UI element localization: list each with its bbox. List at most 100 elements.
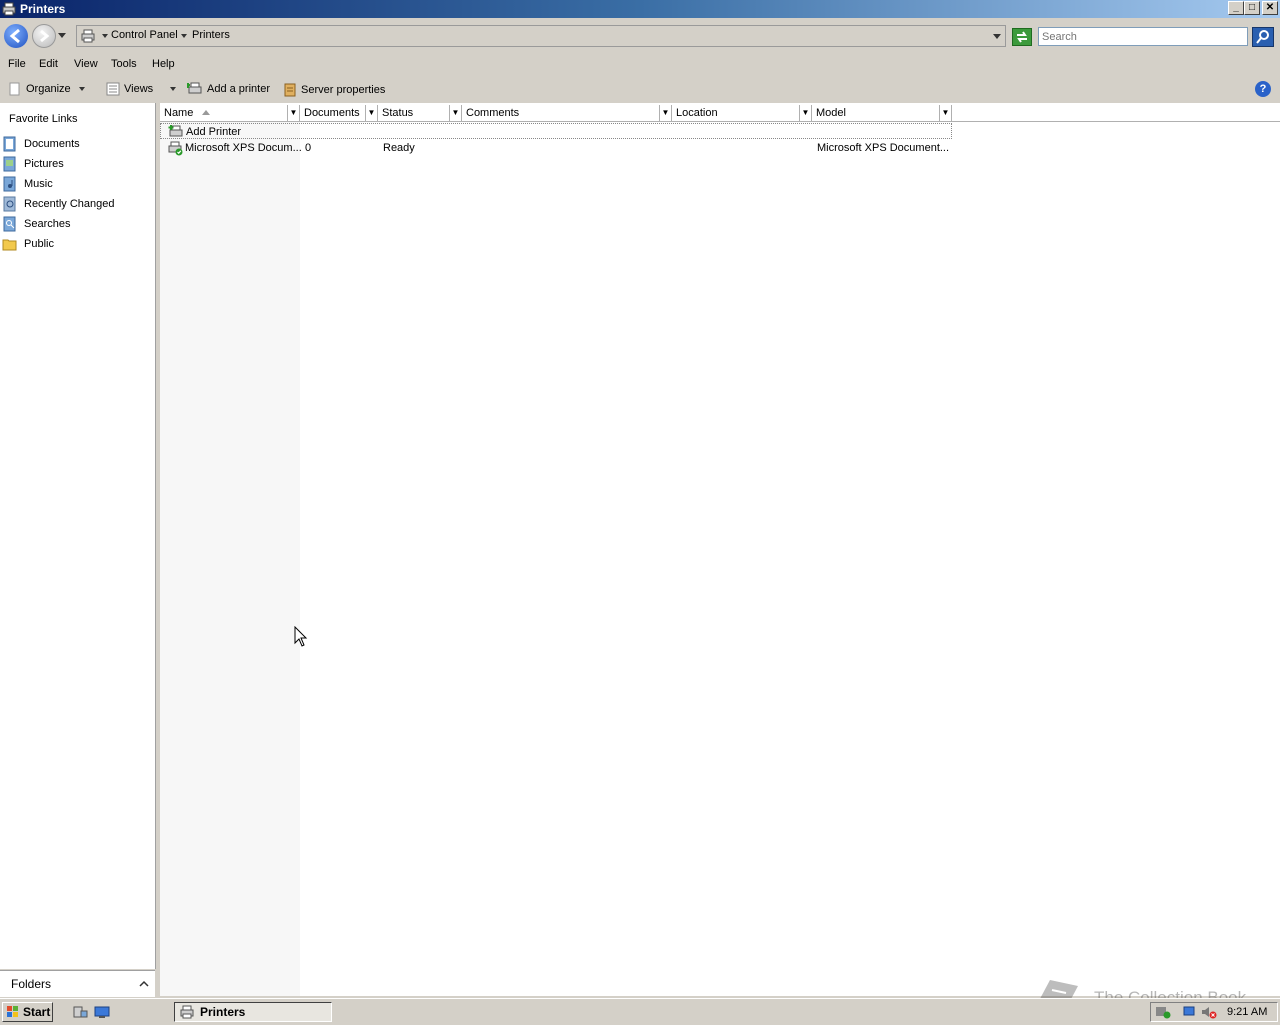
add-printer-icon (187, 82, 202, 94)
printer-icon (2, 2, 16, 16)
nav-music[interactable]: Music (2, 175, 53, 193)
breadcrumb-control-panel[interactable]: Control Panel (111, 29, 178, 41)
column-label: Status (382, 107, 414, 119)
folders-toggle[interactable]: Folders (0, 970, 155, 997)
menu-edit[interactable]: Edit (39, 58, 58, 70)
column-label: Location (676, 107, 718, 119)
list-item[interactable]: Microsoft XPS Docum... 0 Ready Microsoft… (160, 140, 952, 156)
add-printer-label: Add a printer (207, 83, 270, 95)
menu-file[interactable]: File (8, 58, 26, 70)
printers-folder-icon (81, 29, 95, 43)
menu-view[interactable]: View (74, 58, 98, 70)
column-headers: Name ▼ Documents ▼ Status ▼ Comments ▼ L… (160, 105, 1280, 122)
back-button[interactable] (4, 24, 28, 48)
volume-muted-icon[interactable] (1201, 1005, 1217, 1019)
column-header-status[interactable]: Status ▼ (378, 105, 462, 121)
public-folder-icon (2, 239, 17, 251)
nav-label: Searches (24, 218, 71, 230)
recently-changed-icon (3, 196, 16, 212)
file-list-pane (160, 103, 1280, 996)
menu-tools[interactable]: Tools (111, 58, 137, 70)
forward-arrow-icon (40, 29, 50, 43)
nav-recently-changed[interactable]: Recently Changed (2, 195, 115, 213)
navigation-pane: Favorite Links Documents Pictures Music … (0, 103, 156, 969)
favorite-links-header: Favorite Links (9, 113, 78, 125)
breadcrumb-printers[interactable]: Printers (192, 29, 230, 41)
column-header-location[interactable]: Location ▼ (672, 105, 812, 121)
column-header-model[interactable]: Model ▼ (812, 105, 952, 121)
refresh-icon (1017, 31, 1027, 43)
column-filter-dropdown[interactable]: ▼ (365, 105, 377, 121)
nav-label: Public (24, 238, 54, 250)
taskbar: Start Printers 9:21 AM (0, 998, 1280, 1025)
server-properties-button[interactable]: Server properties (283, 82, 385, 98)
refresh-button[interactable] (1012, 28, 1032, 46)
column-filter-dropdown[interactable]: ▼ (449, 105, 461, 121)
system-tray: 9:21 AM (1150, 1002, 1278, 1022)
window-title: Printers (20, 2, 66, 16)
folders-label: Folders (11, 977, 52, 991)
column-filter-dropdown[interactable]: ▼ (939, 105, 951, 121)
printers-folder-icon (180, 1005, 194, 1019)
address-bar[interactable]: Control Panel Printers (76, 25, 1006, 47)
chevron-down-icon (78, 87, 85, 91)
item-model: Microsoft XPS Document... (817, 142, 950, 154)
list-item[interactable]: Add Printer (160, 123, 952, 139)
start-button[interactable]: Start (2, 1002, 53, 1022)
search-icon (1256, 30, 1269, 44)
item-name: Add Printer (186, 126, 242, 138)
nav-public[interactable]: Public (2, 235, 54, 253)
server-properties-icon (284, 83, 296, 97)
nav-label: Music (24, 178, 53, 190)
nav-label: Pictures (24, 158, 64, 170)
recent-pages-dropdown-icon[interactable] (58, 33, 66, 39)
chevron-down-icon[interactable] (181, 34, 187, 39)
show-desktop-icon[interactable] (94, 1005, 110, 1019)
minimize-button[interactable]: _ (1228, 1, 1244, 15)
clock[interactable]: 9:21 AM (1227, 1006, 1267, 1018)
column-header-documents[interactable]: Documents ▼ (300, 105, 378, 121)
search-input[interactable] (1038, 27, 1248, 46)
taskbar-button-printers[interactable]: Printers (174, 1002, 332, 1022)
column-label: Model (816, 107, 846, 119)
nav-documents[interactable]: Documents (2, 135, 80, 153)
sort-ascending-icon (202, 110, 210, 115)
title-bar: Printers _ □ ✕ (0, 0, 1280, 18)
menu-help[interactable]: Help (152, 58, 175, 70)
forward-button[interactable] (32, 24, 56, 48)
column-label: Name (164, 107, 194, 119)
organize-icon (9, 82, 20, 96)
security-shield-icon[interactable] (1155, 1005, 1171, 1019)
chevron-up-icon (139, 980, 149, 987)
sorted-column-highlight (160, 121, 300, 996)
item-status: Ready (383, 142, 415, 154)
music-icon (3, 176, 16, 192)
server-properties-label: Server properties (301, 84, 386, 96)
menu-bar: File Edit View Tools Help (0, 56, 1280, 76)
column-header-name[interactable]: Name ▼ (160, 105, 300, 121)
column-filter-dropdown[interactable]: ▼ (659, 105, 671, 121)
column-header-comments[interactable]: Comments ▼ (462, 105, 672, 121)
organize-button[interactable]: Organize (8, 82, 89, 96)
add-printer-button[interactable]: Add a printer (187, 82, 270, 96)
network-icon[interactable] (1183, 1005, 1199, 1019)
organize-label: Organize (26, 83, 71, 95)
nav-pictures[interactable]: Pictures (2, 155, 64, 173)
column-filter-dropdown[interactable]: ▼ (799, 105, 811, 121)
help-icon[interactable]: ? (1255, 81, 1271, 97)
windows-logo-icon (7, 1006, 18, 1017)
chevron-down-icon[interactable] (102, 34, 108, 39)
close-button[interactable]: ✕ (1262, 1, 1278, 15)
views-button[interactable]: Views (106, 82, 179, 96)
server-manager-icon[interactable] (72, 1005, 88, 1019)
documents-icon (3, 136, 16, 152)
nav-searches[interactable]: Searches (2, 215, 70, 233)
views-icon (106, 82, 120, 96)
start-label: Start (23, 1005, 51, 1019)
search-button[interactable] (1252, 27, 1274, 47)
column-filter-dropdown[interactable]: ▼ (287, 105, 299, 121)
back-arrow-icon (9, 28, 20, 44)
restore-button[interactable]: □ (1244, 1, 1260, 15)
address-dropdown-icon[interactable] (993, 34, 1001, 40)
item-documents: 0 (305, 142, 312, 154)
